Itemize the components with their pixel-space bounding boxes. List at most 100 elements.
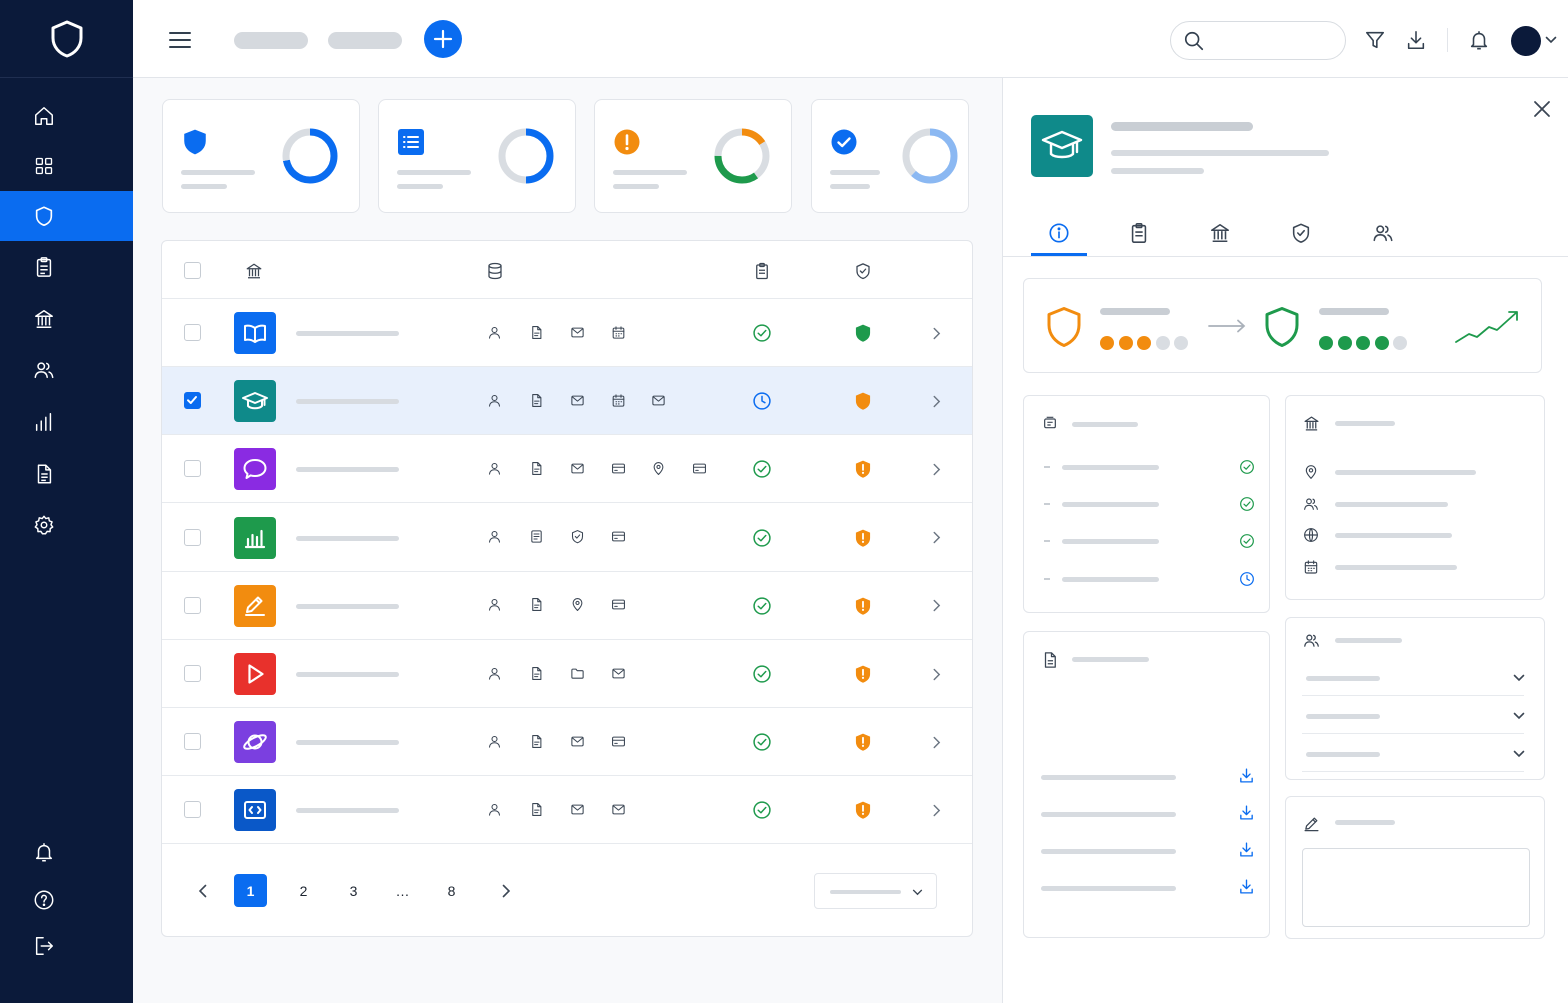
sidebar-item-notifications[interactable] <box>0 827 133 877</box>
download-icon[interactable] <box>1237 766 1255 784</box>
sidebar-item-users[interactable] <box>0 345 133 395</box>
filter-icon[interactable] <box>1363 27 1387 53</box>
chevron-right-icon[interactable] <box>927 665 945 683</box>
chevron-right-icon[interactable] <box>927 801 945 819</box>
score-dot <box>1100 336 1114 350</box>
shield-orange-icon <box>1044 305 1084 349</box>
sidebar-item-home[interactable] <box>0 91 133 141</box>
score-dot <box>1118 336 1133 350</box>
chevron-right-icon[interactable] <box>927 529 945 547</box>
search-box[interactable] <box>1170 21 1346 60</box>
summary-card[interactable] <box>378 99 576 213</box>
table-row[interactable] <box>162 435 972 504</box>
row-checkbox[interactable] <box>184 528 201 546</box>
row-checkbox[interactable] <box>184 801 201 819</box>
tab-institution[interactable] <box>1192 211 1248 255</box>
contact-dropdown[interactable] <box>1302 734 1525 772</box>
sidebar-item-institutions[interactable] <box>0 294 133 344</box>
page-button[interactable]: 1 <box>234 874 267 907</box>
file-icon <box>527 732 545 750</box>
contact-dropdown[interactable] <box>1302 658 1525 696</box>
sidebar-item-assessments[interactable] <box>0 242 133 292</box>
sidebar-item-security[interactable] <box>0 191 133 241</box>
home-icon <box>28 101 60 131</box>
pagination: 1 2 3 … 8 <box>162 844 972 936</box>
database-icon[interactable] <box>485 261 505 281</box>
sidebar-item-documents[interactable] <box>0 449 133 499</box>
shield-green-icon <box>1262 305 1302 349</box>
chevron-right-icon[interactable] <box>927 392 945 410</box>
risk-shield-icon <box>852 527 874 549</box>
row-checkbox[interactable] <box>184 665 201 682</box>
contact-dropdown[interactable] <box>1302 696 1525 734</box>
row-checkbox[interactable] <box>184 392 201 410</box>
select-all-checkbox[interactable] <box>184 262 201 279</box>
chevron-right-icon[interactable] <box>927 324 945 342</box>
page-button[interactable]: 3 <box>337 874 370 907</box>
panel-meta-placeholder <box>1111 168 1204 174</box>
table-row[interactable] <box>162 708 972 777</box>
search-input[interactable] <box>1215 32 1335 50</box>
sidebar-item-logout[interactable] <box>0 921 133 971</box>
chevron-down-icon[interactable] <box>1543 30 1559 50</box>
chevron-right-icon[interactable] <box>927 733 945 751</box>
tab-overview[interactable] <box>1031 211 1087 255</box>
page-button[interactable]: 2 <box>287 874 320 907</box>
summary-card[interactable] <box>811 99 969 213</box>
list-icon <box>397 128 425 156</box>
sidebar-item-settings[interactable] <box>0 500 133 550</box>
download-icon[interactable] <box>1237 840 1255 858</box>
row-checkbox[interactable] <box>184 324 201 341</box>
app-name-placeholder <box>296 603 399 609</box>
app-icon <box>234 380 276 423</box>
download-icon[interactable] <box>1237 803 1255 821</box>
chevron-down-icon <box>910 885 924 899</box>
clipboard-icon[interactable] <box>752 261 772 281</box>
download-icon[interactable] <box>1237 877 1255 895</box>
table-row[interactable] <box>162 640 972 708</box>
institution-icon[interactable] <box>244 261 264 281</box>
breadcrumb-placeholder[interactable] <box>234 32 308 49</box>
institution-icon <box>1302 414 1320 432</box>
table-row[interactable] <box>162 776 972 845</box>
download-icon[interactable] <box>1404 27 1428 53</box>
sidebar-item-reports[interactable] <box>0 397 133 447</box>
row-checkbox[interactable] <box>184 596 201 614</box>
table-row[interactable] <box>162 504 972 572</box>
next-page-button[interactable] <box>489 874 522 907</box>
table-row[interactable] <box>162 572 972 640</box>
bell-icon[interactable] <box>1467 27 1491 53</box>
summary-card[interactable] <box>594 99 792 213</box>
row-checkbox[interactable] <box>184 460 201 478</box>
breadcrumb-placeholder[interactable] <box>328 32 402 49</box>
users-icon <box>1372 222 1394 244</box>
avatar[interactable] <box>1511 26 1541 56</box>
tab-security[interactable] <box>1273 211 1329 255</box>
chevron-right-icon[interactable] <box>927 460 945 478</box>
menu-icon[interactable] <box>167 27 193 53</box>
sidebar-item-dashboard[interactable] <box>0 141 133 191</box>
add-button[interactable] <box>424 20 462 58</box>
document-name-placeholder <box>1041 849 1176 854</box>
table-row[interactable] <box>162 299 972 367</box>
tab-assessments[interactable] <box>1111 211 1167 255</box>
table-row[interactable] <box>162 367 972 436</box>
panel-subtitle-placeholder <box>1111 150 1329 156</box>
chevron-down-icon <box>1510 745 1528 763</box>
donut-chart <box>714 128 770 184</box>
summary-card[interactable] <box>162 99 360 213</box>
notes-textarea[interactable] <box>1302 848 1530 927</box>
app-logo[interactable] <box>0 0 133 78</box>
close-icon[interactable] <box>1531 98 1553 120</box>
person-icon <box>485 323 503 341</box>
score-dot <box>1374 336 1389 350</box>
tab-users[interactable] <box>1355 211 1411 255</box>
row-checkbox[interactable] <box>184 733 201 751</box>
page-button[interactable]: 8 <box>435 874 468 907</box>
page-size-select[interactable] <box>814 873 937 909</box>
shield-check-icon[interactable] <box>853 261 873 281</box>
prev-page-button[interactable] <box>186 874 219 907</box>
chevron-right-icon[interactable] <box>927 597 945 615</box>
sidebar-item-help[interactable] <box>0 875 133 925</box>
risk-shield-icon <box>852 731 874 753</box>
